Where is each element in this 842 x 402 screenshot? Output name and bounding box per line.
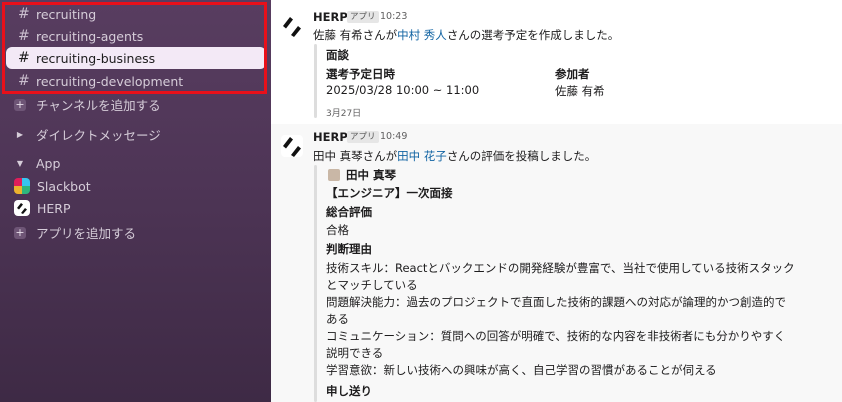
caret-down-icon: ▼: [16, 159, 24, 168]
sidebar-item-herp[interactable]: HERP: [14, 200, 71, 216]
reason-line: コミュニケーション：質問への回答が明確で、技術的な内容を非技術者にも分かりやすく: [326, 329, 786, 343]
slackbot-icon: [14, 178, 30, 194]
channel-label: recruiting-agents: [36, 28, 144, 44]
add-channel-button[interactable]: + チャンネルを追加する: [14, 95, 161, 114]
field-value: 2025/03/28 10:00 ~ 11:00: [326, 83, 480, 97]
channel-recruiting-agents[interactable]: # recruiting-agents: [6, 25, 266, 47]
reason-line: 説明できる: [326, 346, 384, 360]
app-section-header[interactable]: ▼ App: [14, 156, 61, 171]
app-badge: アプリ: [347, 131, 379, 143]
reason-line: とマッチしている: [326, 278, 418, 292]
channel-recruiting-business[interactable]: # recruiting-business: [6, 47, 266, 69]
timestamp[interactable]: 10:23: [380, 11, 407, 22]
sidebar: # recruiting # recruiting-agents # recru…: [0, 0, 271, 402]
sidebar-item-slackbot[interactable]: Slackbot: [14, 178, 91, 194]
add-app-button[interactable]: + アプリを追加する: [14, 223, 136, 242]
sender-name[interactable]: HERP: [313, 130, 348, 144]
herp-logo-icon: [14, 200, 30, 216]
plus-icon: +: [14, 97, 26, 111]
caret-right-icon: ▶: [16, 130, 24, 139]
reason-line: ある: [326, 312, 349, 326]
herp-logo-icon[interactable]: [281, 135, 303, 157]
field-label: 判断理由: [326, 242, 372, 256]
channel-label: recruiting-development: [36, 73, 184, 89]
user-mention[interactable]: 中村 秀人: [397, 28, 447, 42]
app-badge: アプリ: [347, 11, 379, 23]
timestamp[interactable]: 10:49: [380, 131, 407, 142]
card-title: 面談: [326, 48, 349, 62]
reason-line: 技術スキル：Reactとバックエンドの開発経験が豊富で、当社で使用している技術ス…: [326, 261, 795, 275]
hash-icon: #: [18, 6, 30, 22]
message-text-part: 佐藤 有希さんが: [313, 28, 398, 42]
reason-line: 問題解決能力：過去のプロジェクトで直面した技術的課題への対応が論理的かつ創造的で: [326, 295, 786, 309]
message-pane: HERP アプリ 10:23 佐藤 有希さんが中村 秀人さんの選考予定を作成しま…: [271, 0, 842, 402]
message-text-part: さんの選考予定を作成しました。: [446, 28, 620, 42]
herp-label: HERP: [37, 200, 71, 216]
message-text: 佐藤 有希さんが中村 秀人さんの選考予定を作成しました。: [313, 27, 619, 43]
attachment-bar: [314, 165, 317, 402]
message-text-part: 田中 真琴さんが: [313, 149, 398, 163]
attachment-bar: [314, 44, 317, 118]
add-channel-label: チャンネルを追加する: [36, 98, 161, 113]
field-label: 申し送り: [326, 384, 372, 398]
field-value: 合格: [326, 223, 349, 237]
reason-line: 学習意欲：新しい技術への興味が高く、自己学習の習慣があることが伺える: [326, 363, 717, 377]
channel-recruiting[interactable]: # recruiting: [6, 3, 266, 25]
channel-recruiting-development[interactable]: # recruiting-development: [6, 70, 266, 92]
channel-label: recruiting: [36, 6, 97, 22]
plus-icon: +: [14, 225, 26, 239]
message-text: 田中 真琴さんが田中 花子さんの評価を投稿しました。: [313, 148, 596, 164]
sender-name[interactable]: HERP: [313, 10, 348, 24]
app-section-label: App: [36, 156, 61, 171]
message-text-part: さんの評価を投稿しました。: [446, 149, 597, 163]
add-app-label: アプリを追加する: [36, 226, 137, 241]
field-label: 参加者: [555, 67, 590, 81]
card-footer-date: 3月27日: [326, 109, 362, 119]
hash-icon: #: [18, 28, 30, 44]
field-label: 総合評価: [326, 205, 372, 219]
herp-logo-icon[interactable]: [281, 15, 303, 37]
hash-icon: #: [18, 73, 30, 89]
field-label: 選考予定日時: [326, 67, 395, 81]
user-mention[interactable]: 田中 花子: [397, 149, 447, 163]
author-name[interactable]: 田中 真琴: [346, 167, 396, 183]
avatar[interactable]: [328, 169, 340, 181]
slackbot-label: Slackbot: [37, 178, 91, 194]
interview-stage: 【エンジニア】一次面接: [326, 186, 453, 200]
direct-messages-section[interactable]: ▶ ダイレクトメッセージ: [14, 125, 161, 144]
field-value: 佐藤 有希: [555, 84, 605, 98]
channel-label: recruiting-business: [36, 50, 156, 66]
direct-messages-label: ダイレクトメッセージ: [36, 128, 161, 143]
hash-icon: #: [18, 50, 30, 66]
